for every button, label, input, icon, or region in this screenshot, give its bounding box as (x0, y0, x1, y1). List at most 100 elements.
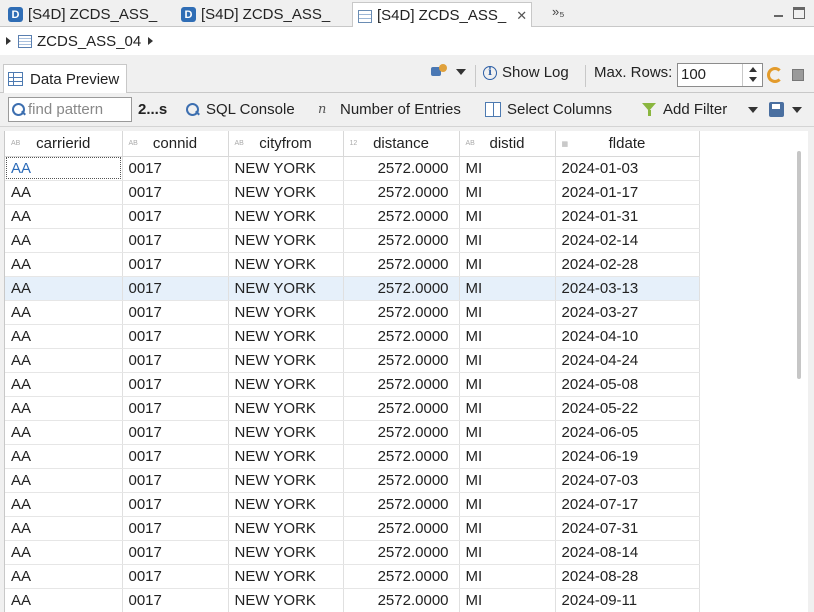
breadcrumb-entity[interactable]: ZCDS_ASS_04 (37, 33, 141, 50)
table-cell-cityfrom[interactable]: NEW YORK (228, 444, 344, 469)
table-cell-connid[interactable]: 0017 (122, 252, 229, 277)
table-cell-distid[interactable]: MI (459, 468, 556, 493)
table-cell-distid[interactable]: MI (459, 444, 556, 469)
table-cell-cityfrom[interactable]: NEW YORK (228, 396, 344, 421)
table-cell-fldate[interactable]: 2024-04-10 (555, 324, 700, 349)
table-cell-distance[interactable]: 2572.0000 (343, 228, 460, 253)
table-cell-carrierid[interactable]: AA (5, 444, 123, 469)
table-cell-distance[interactable]: 2572.0000 (343, 180, 460, 205)
table-cell-carrierid[interactable]: AA (5, 420, 123, 445)
table-cell-connid[interactable]: 0017 (122, 276, 229, 301)
tab-overflow-button[interactable]: »₅ (552, 4, 564, 19)
table-cell-carrierid[interactable]: AA (5, 180, 123, 205)
table-cell-fldate[interactable]: 2024-07-17 (555, 492, 700, 517)
table-cell-connid[interactable]: 0017 (122, 348, 229, 373)
table-row[interactable]: AA 0017 NEW YORK 2572.0000 MI 2024-04-24 (5, 348, 700, 373)
number-of-entries-button[interactable]: n Number of Entries (318, 101, 461, 118)
table-row[interactable]: AA 0017 NEW YORK 2572.0000 MI 2024-07-03 (5, 468, 700, 493)
table-cell-carrierid[interactable]: AA (5, 252, 123, 277)
table-cell-cityfrom[interactable]: NEW YORK (228, 180, 344, 205)
table-cell-carrierid[interactable]: AA (5, 228, 123, 253)
table-cell-distid[interactable]: MI (459, 372, 556, 397)
table-cell-fldate[interactable]: 2024-02-28 (555, 252, 700, 277)
sql-console-button[interactable]: SQL Console (186, 101, 295, 118)
table-cell-carrierid[interactable]: AA (5, 564, 123, 589)
table-cell-carrierid[interactable]: AA (5, 396, 123, 421)
table-cell-fldate[interactable]: 2024-02-14 (555, 228, 700, 253)
table-cell-distance[interactable]: 2572.0000 (343, 372, 460, 397)
table-cell-distid[interactable]: MI (459, 420, 556, 445)
table-cell-distance[interactable]: 2572.0000 (343, 492, 460, 517)
user-menu-button[interactable] (431, 64, 466, 79)
table-cell-cityfrom[interactable]: NEW YORK (228, 468, 344, 493)
table-cell-carrierid[interactable]: AA (5, 372, 123, 397)
table-cell-distance[interactable]: 2572.0000 (343, 276, 460, 301)
table-cell-distance[interactable]: 2572.0000 (343, 468, 460, 493)
table-cell-fldate[interactable]: 2024-09-11 (555, 588, 700, 612)
table-row[interactable]: AA 0017 NEW YORK 2572.0000 MI 2024-05-08 (5, 372, 700, 397)
table-cell-distid[interactable]: MI (459, 204, 556, 229)
column-header-distance[interactable]: 12 distance (343, 131, 460, 157)
table-cell-cityfrom[interactable]: NEW YORK (228, 348, 344, 373)
table-cell-carrierid[interactable]: AA (5, 468, 123, 493)
refresh-icon[interactable] (767, 67, 783, 83)
table-cell-distance[interactable]: 2572.0000 (343, 252, 460, 277)
close-icon[interactable]: ✕ (516, 8, 527, 24)
column-header-cityfrom[interactable]: AB cityfrom (228, 131, 344, 157)
table-cell-connid[interactable]: 0017 (122, 588, 229, 612)
table-cell-distance[interactable]: 2572.0000 (343, 156, 460, 181)
table-cell-carrierid[interactable]: AA (5, 300, 123, 325)
table-row[interactable]: AA 0017 NEW YORK 2572.0000 MI 2024-07-17 (5, 492, 700, 517)
add-filter-dropdown-icon[interactable] (748, 107, 758, 113)
table-cell-distance[interactable]: 2572.0000 (343, 324, 460, 349)
table-cell-distance[interactable]: 2572.0000 (343, 564, 460, 589)
table-cell-cityfrom[interactable]: NEW YORK (228, 228, 344, 253)
save-dropdown-icon[interactable] (792, 107, 802, 113)
table-row[interactable]: AA 0017 NEW YORK 2572.0000 MI 2024-06-05 (5, 420, 700, 445)
table-cell-connid[interactable]: 0017 (122, 300, 229, 325)
table-cell-cityfrom[interactable]: NEW YORK (228, 372, 344, 397)
table-cell-fldate[interactable]: 2024-04-24 (555, 348, 700, 373)
table-cell-fldate[interactable]: 2024-01-17 (555, 180, 700, 205)
table-cell-fldate[interactable]: 2024-06-05 (555, 420, 700, 445)
table-cell-distance[interactable]: 2572.0000 (343, 588, 460, 612)
table-cell-connid[interactable]: 0017 (122, 324, 229, 349)
table-cell-connid[interactable]: 0017 (122, 516, 229, 541)
table-cell-distid[interactable]: MI (459, 516, 556, 541)
table-cell-fldate[interactable]: 2024-06-19 (555, 444, 700, 469)
save-icon[interactable] (769, 102, 784, 117)
max-rows-input[interactable]: 100 (677, 63, 763, 87)
chevron-right-icon[interactable] (6, 37, 11, 45)
table-cell-fldate[interactable]: 2024-08-14 (555, 540, 700, 565)
table-cell-cityfrom[interactable]: NEW YORK (228, 204, 344, 229)
table-cell-distance[interactable]: 2572.0000 (343, 348, 460, 373)
table-cell-connid[interactable]: 0017 (122, 468, 229, 493)
column-header-distid[interactable]: AB distid (459, 131, 556, 157)
table-row[interactable]: AA 0017 NEW YORK 2572.0000 MI 2024-08-28 (5, 564, 700, 589)
find-pattern-input[interactable]: find pattern (8, 97, 132, 122)
table-cell-fldate[interactable]: 2024-08-28 (555, 564, 700, 589)
table-cell-carrierid[interactable]: AA (5, 588, 123, 612)
table-cell-carrierid[interactable]: AA (5, 156, 123, 181)
table-cell-connid[interactable]: 0017 (122, 444, 229, 469)
table-cell-distid[interactable]: MI (459, 348, 556, 373)
table-row[interactable]: AA 0017 NEW YORK 2572.0000 MI 2024-03-13 (5, 276, 700, 301)
table-row[interactable]: AA 0017 NEW YORK 2572.0000 MI 2024-01-31 (5, 204, 700, 229)
editor-tab-3[interactable]: [S4D] ZCDS_ASS_ ✕ (352, 2, 532, 28)
table-cell-fldate[interactable]: 2024-03-27 (555, 300, 700, 325)
table-cell-distid[interactable]: MI (459, 180, 556, 205)
table-cell-connid[interactable]: 0017 (122, 492, 229, 517)
table-cell-distance[interactable]: 2572.0000 (343, 204, 460, 229)
table-cell-distid[interactable]: MI (459, 300, 556, 325)
table-cell-distance[interactable]: 2572.0000 (343, 396, 460, 421)
table-cell-carrierid[interactable]: AA (5, 204, 123, 229)
table-cell-distance[interactable]: 2572.0000 (343, 444, 460, 469)
table-cell-distid[interactable]: MI (459, 396, 556, 421)
table-cell-connid[interactable]: 0017 (122, 396, 229, 421)
column-header-fldate[interactable]: ▦ fldate (555, 131, 700, 157)
table-row[interactable]: AA 0017 NEW YORK 2572.0000 MI 2024-01-17 (5, 180, 700, 205)
table-cell-distid[interactable]: MI (459, 156, 556, 181)
table-cell-distid[interactable]: MI (459, 276, 556, 301)
table-cell-distance[interactable]: 2572.0000 (343, 516, 460, 541)
table-cell-cityfrom[interactable]: NEW YORK (228, 156, 344, 181)
